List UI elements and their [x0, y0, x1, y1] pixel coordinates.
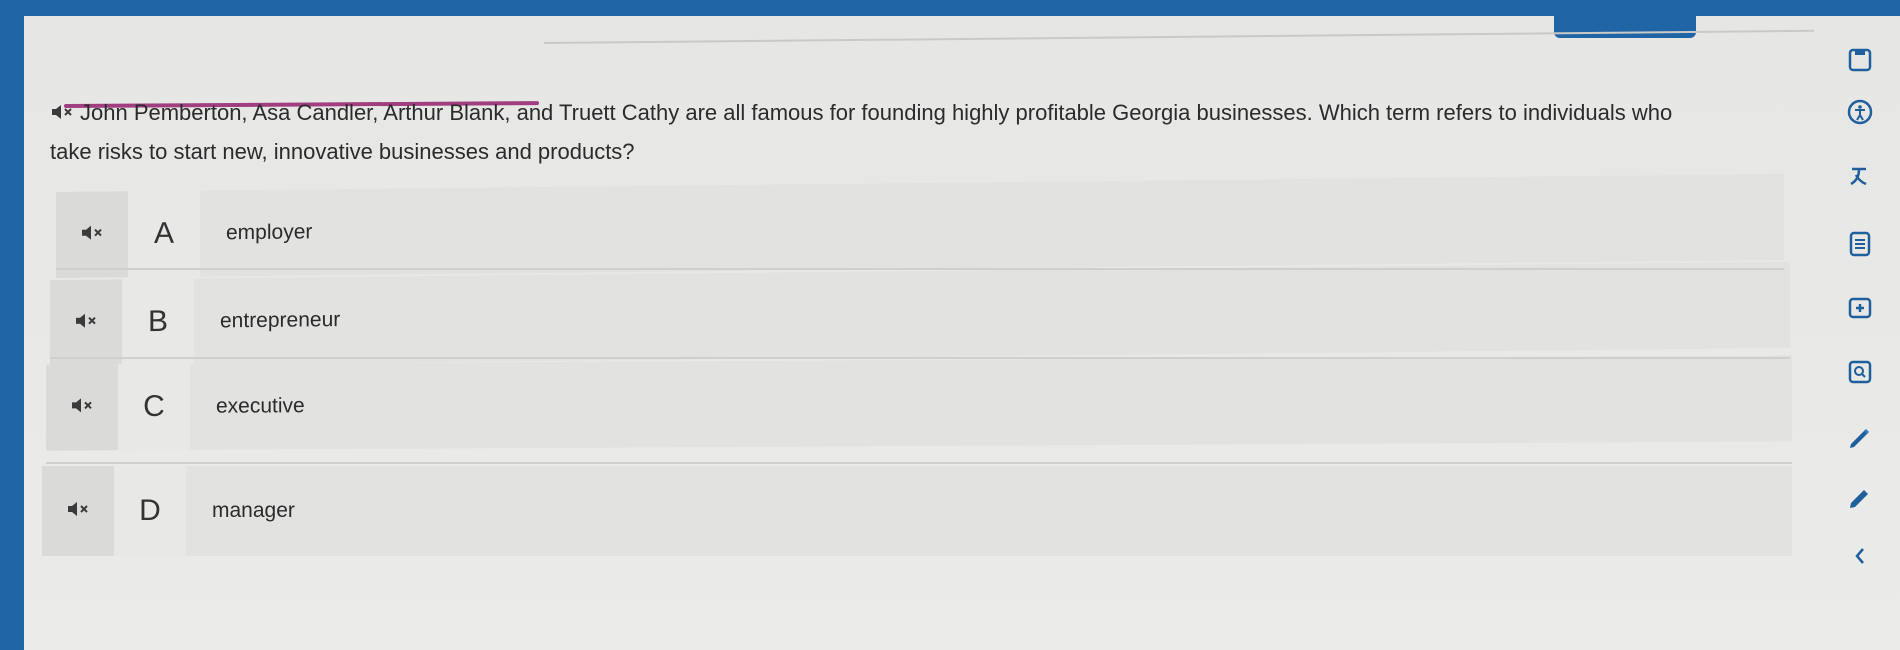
option-letter: B: [122, 278, 194, 366]
speaker-mute-icon[interactable]: [73, 311, 99, 334]
option-label: entrepreneur: [220, 308, 341, 333]
eraser-icon[interactable]: [1840, 480, 1880, 520]
speaker-mute-icon[interactable]: [79, 223, 105, 246]
question-text: John Pemberton, Asa Candler, Arthur Blan…: [50, 100, 1673, 165]
option-label: executive: [216, 394, 305, 418]
window-frame-top: [0, 0, 1900, 16]
answer-option-a[interactable]: A employer: [56, 173, 1784, 279]
option-divider: [50, 357, 1790, 359]
magnifier-icon[interactable]: [1840, 352, 1880, 392]
answer-option-b[interactable]: B entrepreneur: [50, 261, 1790, 367]
top-tab[interactable]: [1554, 16, 1696, 38]
option-c-speaker[interactable]: [46, 364, 118, 451]
question-stem: John Pemberton, Asa Candler, Arthur Blan…: [50, 94, 1690, 171]
bookmark-icon[interactable]: [1840, 40, 1880, 80]
speaker-mute-icon[interactable]: [65, 500, 91, 523]
answer-option-d[interactable]: D manager: [42, 466, 1792, 556]
option-label: manager: [212, 499, 295, 522]
notes-icon[interactable]: [1840, 224, 1880, 264]
option-divider: [56, 268, 1784, 270]
highlighter-icon[interactable]: [1840, 418, 1880, 458]
answer-option-c[interactable]: C executive: [46, 355, 1792, 451]
option-divider: [46, 462, 1792, 464]
option-letter: C: [118, 363, 190, 451]
speaker-mute-icon[interactable]: [69, 396, 95, 419]
option-letter: A: [128, 190, 200, 278]
option-b-speaker[interactable]: [50, 279, 122, 367]
window-frame-left: [0, 0, 24, 650]
collapse-icon[interactable]: [1840, 536, 1880, 576]
option-a-speaker[interactable]: [56, 191, 128, 279]
translate-icon[interactable]: [1840, 158, 1880, 198]
tool-sidebar: [1840, 40, 1900, 600]
option-d-speaker[interactable]: [42, 466, 114, 556]
speaker-mute-icon[interactable]: [50, 95, 76, 133]
accessibility-icon[interactable]: [1840, 92, 1880, 132]
zoom-in-icon[interactable]: [1840, 288, 1880, 328]
option-letter: D: [114, 466, 186, 556]
option-label: employer: [226, 220, 313, 245]
